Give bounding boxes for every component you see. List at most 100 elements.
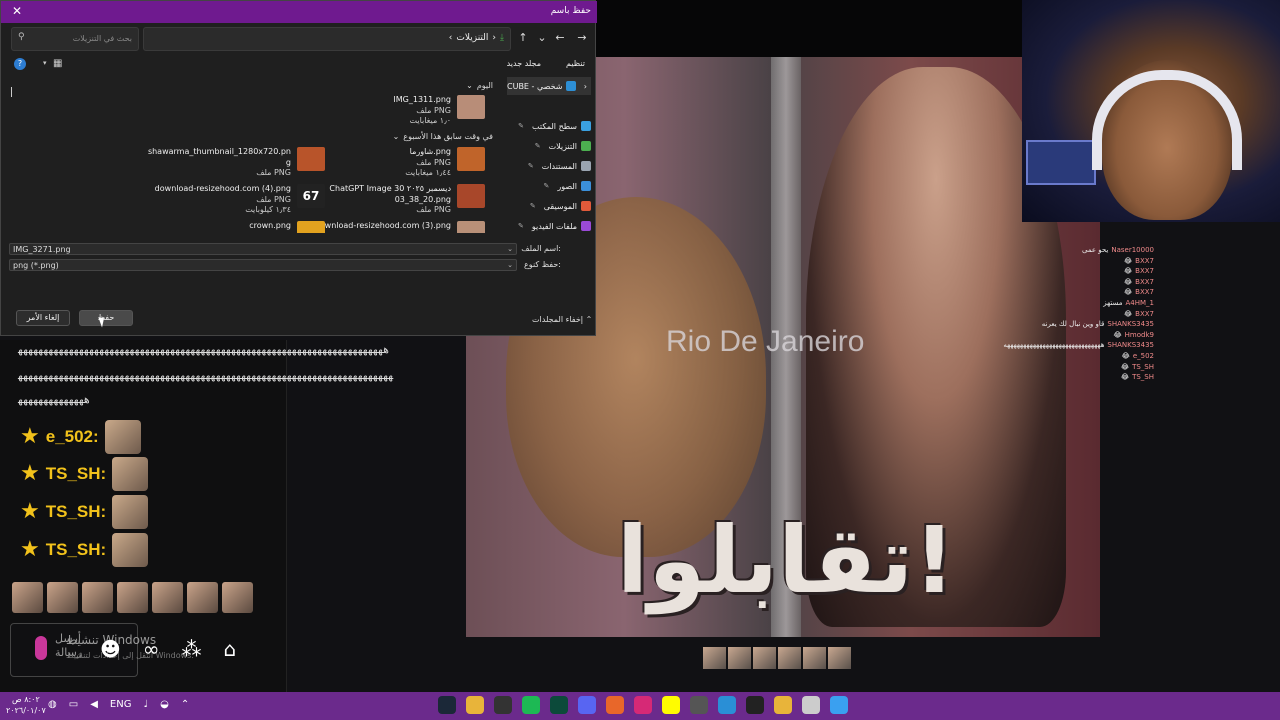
emote-bar xyxy=(12,582,253,613)
sidebar-item[interactable]: ✎ ملفات الفيديو xyxy=(518,217,591,235)
overlay-chat-row: 😂 BXX7 xyxy=(1080,277,1280,288)
notes-icon[interactable] xyxy=(802,696,820,714)
sidebar-item[interactable]: CUBE - شخصي › xyxy=(507,77,591,95)
search-input[interactable]: ⚲ بحث في التنزيلات xyxy=(11,27,139,51)
gallery-thumb[interactable] xyxy=(753,647,776,669)
taskbar-apps xyxy=(438,696,848,714)
view-options-icon[interactable]: ▦ xyxy=(53,58,65,70)
cancel-button[interactable]: إلغاء الأمر xyxy=(16,310,70,326)
breadcrumb-item[interactable]: التنزيلات xyxy=(456,33,488,43)
sidebar-item[interactable]: ✎ الموسيقى xyxy=(530,197,591,215)
tray-overflow-icon[interactable]: ⌃ xyxy=(181,699,189,710)
spotify-icon[interactable] xyxy=(522,696,540,714)
emote-button[interactable] xyxy=(187,582,218,613)
group-header-earlier-week[interactable]: ⌄ في وقت سابق هذا الأسبوع xyxy=(393,132,493,141)
emote-button[interactable] xyxy=(12,582,43,613)
overlay-chat-username: BXX7 xyxy=(1135,309,1154,318)
network-icon[interactable]: ◒ xyxy=(160,699,169,710)
discord-icon[interactable] xyxy=(578,696,596,714)
file-item[interactable]: download-resizehood.com (4).png ملف PNG … xyxy=(155,184,325,216)
chat-username[interactable]: TS_SH: xyxy=(46,540,106,560)
folder-icon[interactable] xyxy=(774,696,792,714)
sidebar-item-label: CUBE - شخصي xyxy=(507,81,563,91)
view-dropdown-icon[interactable]: ▾ xyxy=(43,59,47,67)
gallery-thumb[interactable] xyxy=(728,647,751,669)
up-arrow-icon[interactable]: ↑ xyxy=(515,30,531,46)
file-item[interactable]: ChatGPT Image 30 ديسمبر ٢٠٢٥ 03_38_20.pn… xyxy=(329,184,485,216)
emote-button[interactable] xyxy=(82,582,113,613)
overlay-chat-row: 😂 BXX7 xyxy=(1080,266,1280,277)
file-name: شاورما.png xyxy=(409,147,451,156)
emote-button[interactable] xyxy=(152,582,183,613)
steam-icon[interactable] xyxy=(438,696,456,714)
chevron-down-icon[interactable]: ⌄ xyxy=(507,244,513,255)
file-item[interactable]: crown.png ملف PNG xyxy=(249,221,325,233)
sidebar-item[interactable]: ✎ المستندات xyxy=(528,157,591,175)
sidebar-item[interactable]: ✎ سطح المكتب xyxy=(518,117,591,135)
chevron-down-icon[interactable]: ⌄ xyxy=(507,260,513,271)
battery-icon[interactable]: ▭ xyxy=(69,699,78,710)
file-item[interactable]: download-resizehood.com (3).png ملف PNG xyxy=(315,221,485,233)
overlay-chat-username: e_502 xyxy=(1132,351,1154,360)
group-header-today[interactable]: ⌄ اليوم xyxy=(466,81,493,90)
chat-username[interactable]: TS_SH: xyxy=(46,502,106,522)
file-meta: ChatGPT Image 30 ديسمبر ٢٠٢٥ 03_38_20.pn… xyxy=(329,184,451,216)
overlay-chat: يحو عمى Naser10000 😂 BXX7 😂 BXX7 😂 BXX7 😂 BXX7 مست… xyxy=(1003,245,1280,383)
mic-icon[interactable]: ♩ xyxy=(143,699,148,710)
infinity-icon[interactable]: ∞ xyxy=(143,637,160,661)
emote-button[interactable] xyxy=(117,582,148,613)
sidebar-item[interactable]: ✎ التنزيلات xyxy=(535,137,591,155)
close-icon[interactable]: ✕ xyxy=(9,3,25,19)
capcut-icon[interactable] xyxy=(746,696,764,714)
file-item[interactable]: shawarma_thumbnail_1280x720.pn g ملف PNG xyxy=(148,147,325,179)
file-thumbnail xyxy=(457,184,485,208)
instagram-icon[interactable] xyxy=(634,696,652,714)
dots-icon[interactable]: ⁂ xyxy=(182,637,202,661)
mic-icon[interactable] xyxy=(35,636,47,660)
edge-icon[interactable] xyxy=(718,696,736,714)
emote-button[interactable] xyxy=(47,582,78,613)
sticker-image xyxy=(112,457,149,491)
chat-username[interactable]: TS_SH: xyxy=(46,464,106,484)
gallery-thumb[interactable] xyxy=(803,647,826,669)
notifications-icon[interactable]: ◍ xyxy=(48,699,57,710)
terminal-icon[interactable] xyxy=(550,696,568,714)
gallery-thumb[interactable] xyxy=(778,647,801,669)
webcam-monitor xyxy=(1026,140,1096,185)
emote-button[interactable] xyxy=(222,582,253,613)
new-folder-button[interactable]: مجلد جديد xyxy=(507,59,541,68)
organize-button[interactable]: تنظيم xyxy=(566,59,585,68)
help-icon[interactable]: ? xyxy=(14,58,26,70)
chrome-icon[interactable] xyxy=(466,696,484,714)
store-icon[interactable]: ⌂ xyxy=(224,637,237,661)
back-icon[interactable]: → xyxy=(574,30,590,46)
chat-username[interactable]: e_502: xyxy=(46,427,99,447)
hide-folders-toggle[interactable]: إخفاء المجلدات ⌃ xyxy=(532,315,592,324)
overlay-chat-message: 😂 xyxy=(1120,373,1130,382)
filename-field[interactable]: IMG_3271.png ⌄ xyxy=(9,243,517,255)
gallery-thumb[interactable] xyxy=(703,647,726,669)
media-icon[interactable] xyxy=(690,696,708,714)
address-bar[interactable]: ‹ التنزيلات › ⤓ xyxy=(143,27,511,51)
language-indicator[interactable]: ENG xyxy=(110,699,132,710)
gallery-thumb[interactable] xyxy=(828,647,851,669)
gallery-strip[interactable] xyxy=(703,647,851,669)
clock[interactable]: ٨:٠٢ ص ٢٠٢٦/٠١/٠٧ xyxy=(6,694,46,716)
volume-icon[interactable]: ◀ xyxy=(90,699,98,710)
forward-icon[interactable]: ← xyxy=(552,30,568,46)
sidebar-item[interactable]: ✎ الصور xyxy=(544,177,591,195)
recent-dropdown-icon[interactable]: ⌄ xyxy=(534,30,550,46)
snapchat-icon[interactable] xyxy=(662,696,680,714)
file-meta: shawarma_thumbnail_1280x720.pn g ملف PNG xyxy=(148,147,291,179)
windows-icon[interactable] xyxy=(830,696,848,714)
file-item[interactable]: شاورما.png ملف PNG ١٫٤٤ ميغابايت xyxy=(405,147,485,179)
savetype-select[interactable]: png (*.png) ⌄ xyxy=(9,259,517,271)
filename-label: اسم الملف: xyxy=(521,244,561,253)
navigation-pane: CUBE - شخصي › ✎ سطح المكتب ✎ التنزيلات ✎ المستن… xyxy=(507,75,595,233)
emoji-icon[interactable]: ☻ xyxy=(100,637,121,661)
firefox-icon[interactable] xyxy=(606,696,624,714)
breadcrumb-chevron-icon[interactable]: ‹ xyxy=(449,33,453,43)
obs-icon[interactable] xyxy=(494,696,512,714)
overlay-chat-message: يحو عمى xyxy=(1081,246,1109,254)
file-item[interactable]: IMG_1311.png ملف PNG ١٫٠ ميغابايت xyxy=(393,95,485,127)
